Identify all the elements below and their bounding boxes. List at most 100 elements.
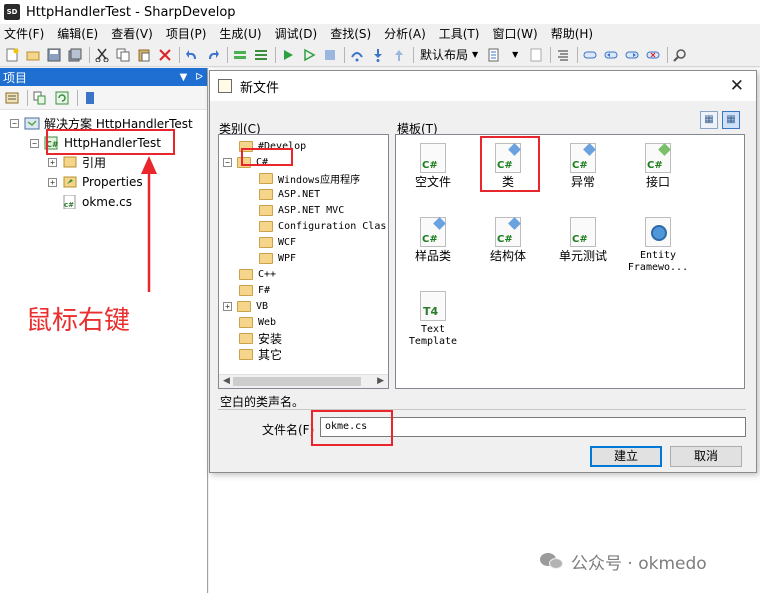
menu-window[interactable]: 窗口(W) [492, 25, 537, 42]
clear-bookmarks-icon[interactable] [645, 47, 661, 63]
toolbar-separator [550, 46, 552, 63]
run-without-debug-icon[interactable] [301, 47, 317, 63]
folder-icon [239, 284, 253, 296]
highlight-box-csharp [241, 148, 293, 166]
cancel-button[interactable]: 取消 [670, 446, 742, 467]
close-icon[interactable]: ✕ [730, 76, 744, 96]
expand-icon[interactable]: + [48, 177, 57, 187]
tree-item-file[interactable]: c# okme.cs [62, 193, 132, 211]
small-icons-view-button[interactable]: ▦ [722, 111, 740, 129]
scroll-left-icon[interactable]: ◀ [223, 376, 230, 386]
refresh-icon[interactable] [54, 90, 70, 106]
menu-build[interactable]: 生成(U) [219, 25, 261, 42]
category-windows-app[interactable]: Windows应用程序 [259, 170, 360, 186]
layout-dropdown[interactable]: 默认布局 ▼ [418, 46, 480, 64]
menu-help[interactable]: 帮助(H) [551, 25, 593, 42]
collapse-icon[interactable]: − [30, 138, 39, 148]
template-text-template[interactable]: T4 Text Template [401, 291, 465, 348]
category-cpp[interactable]: C++ [239, 266, 276, 282]
main-toolbar: 默认布局 ▼ ▼ [0, 43, 760, 67]
menu-project[interactable]: 项目(P) [166, 25, 207, 42]
category-wcf[interactable]: WCF [259, 234, 296, 250]
template-entity-framework[interactable]: Entity Framewo... [626, 217, 690, 274]
template-unit-test[interactable]: C# 单元测试 [551, 217, 615, 262]
template-exception[interactable]: C# 异常 [551, 143, 615, 188]
format-lines-icon[interactable] [555, 47, 571, 63]
expand-icon[interactable]: + [223, 301, 232, 311]
template-label-item: 结构体 [489, 249, 526, 263]
category-web[interactable]: Web [239, 314, 276, 330]
save-all-icon[interactable] [67, 47, 83, 63]
template-empty-file[interactable]: C# 空文件 [401, 143, 465, 188]
horizontal-scrollbar[interactable]: ◀ ▶ [219, 374, 388, 388]
toolbar-separator [667, 46, 669, 63]
category-label-item: F# [258, 284, 271, 296]
pad-menu-icon[interactable]: ▼ [180, 72, 188, 83]
run-icon[interactable] [280, 47, 296, 63]
expand-icon[interactable]: + [48, 157, 57, 167]
open-icon[interactable] [25, 47, 41, 63]
folder-icon [259, 252, 273, 264]
menu-analysis[interactable]: 分析(A) [384, 25, 426, 42]
paste-icon[interactable] [136, 47, 152, 63]
menu-view[interactable]: 查看(V) [111, 25, 153, 42]
category-other[interactable]: 其它 [239, 346, 282, 362]
collapse-icon[interactable]: − [10, 118, 19, 128]
save-icon[interactable] [46, 47, 62, 63]
template-interface[interactable]: C# 接口 [626, 143, 690, 188]
next-bookmark-icon[interactable] [624, 47, 640, 63]
search-icon[interactable] [672, 47, 688, 63]
step-out-icon[interactable] [391, 47, 407, 63]
tree-item-properties[interactable]: + Properties [48, 173, 143, 191]
pin-icon[interactable]: ᐅ [195, 72, 203, 83]
show-all-files-icon[interactable] [32, 90, 48, 106]
copy-icon[interactable] [115, 47, 131, 63]
solution-icon [24, 116, 40, 130]
collapse-icon[interactable]: − [223, 157, 232, 167]
bookmark-icon[interactable] [582, 47, 598, 63]
step-into-icon[interactable] [370, 47, 386, 63]
chevron-down-icon[interactable]: ▼ [507, 47, 523, 63]
properties-icon[interactable] [4, 90, 20, 106]
category-setup[interactable]: 安装 [239, 330, 282, 346]
sample-class-icon: C# [420, 217, 446, 247]
menu-file[interactable]: 文件(F) [4, 25, 44, 42]
menu-tools[interactable]: 工具(T) [439, 25, 480, 42]
category-vb[interactable]: + VB [223, 298, 268, 314]
new-file-icon[interactable] [4, 47, 20, 63]
category-aspnet-mvc[interactable]: ASP.NET MVC [259, 202, 344, 218]
find-in-files-icon[interactable] [486, 47, 502, 63]
category-aspnet[interactable]: ASP.NET [259, 186, 320, 202]
undo-icon[interactable] [184, 47, 200, 63]
build-icon[interactable] [232, 47, 248, 63]
step-over-icon[interactable] [349, 47, 365, 63]
stop-icon[interactable] [322, 47, 338, 63]
redo-icon[interactable] [205, 47, 221, 63]
build-all-icon[interactable] [253, 47, 269, 63]
category-fsharp[interactable]: F# [239, 282, 270, 298]
scrollbar-thumb[interactable] [233, 377, 361, 386]
sharpdevelop-logo-icon: SD [4, 4, 20, 20]
template-list[interactable]: C# 空文件 C# 类 C# 异常 C# 接口 C# 样品类 C# 结构体 C#… [395, 134, 745, 389]
file-label: okme.cs [82, 195, 133, 209]
category-configuration[interactable]: Configuration Clas [259, 218, 386, 234]
tree-item-references[interactable]: + 引用 [48, 153, 106, 171]
menu-search[interactable]: 查找(S) [330, 25, 371, 42]
create-button[interactable]: 建立 [590, 446, 662, 467]
large-icons-view-button[interactable]: ▦ [700, 111, 718, 129]
delete-icon[interactable] [157, 47, 173, 63]
document-icon[interactable] [528, 47, 544, 63]
category-label-item: 其它 [258, 347, 283, 362]
collapse-all-icon[interactable] [82, 90, 98, 106]
references-label: 引用 [82, 155, 107, 170]
menu-edit[interactable]: 编辑(E) [57, 25, 98, 42]
template-struct[interactable]: C# 结构体 [476, 217, 540, 262]
scroll-right-icon[interactable]: ▶ [377, 376, 384, 386]
category-wpf[interactable]: WPF [259, 250, 296, 266]
template-sample-class[interactable]: C# 样品类 [401, 217, 465, 262]
menu-debug[interactable]: 调试(D) [275, 25, 318, 42]
unit-test-icon: C# [570, 217, 596, 247]
prev-bookmark-icon[interactable] [603, 47, 619, 63]
category-tree[interactable]: #Develop − C# Windows应用程序 ASP.NET ASP.NET… [218, 134, 389, 389]
cut-icon[interactable] [94, 47, 110, 63]
